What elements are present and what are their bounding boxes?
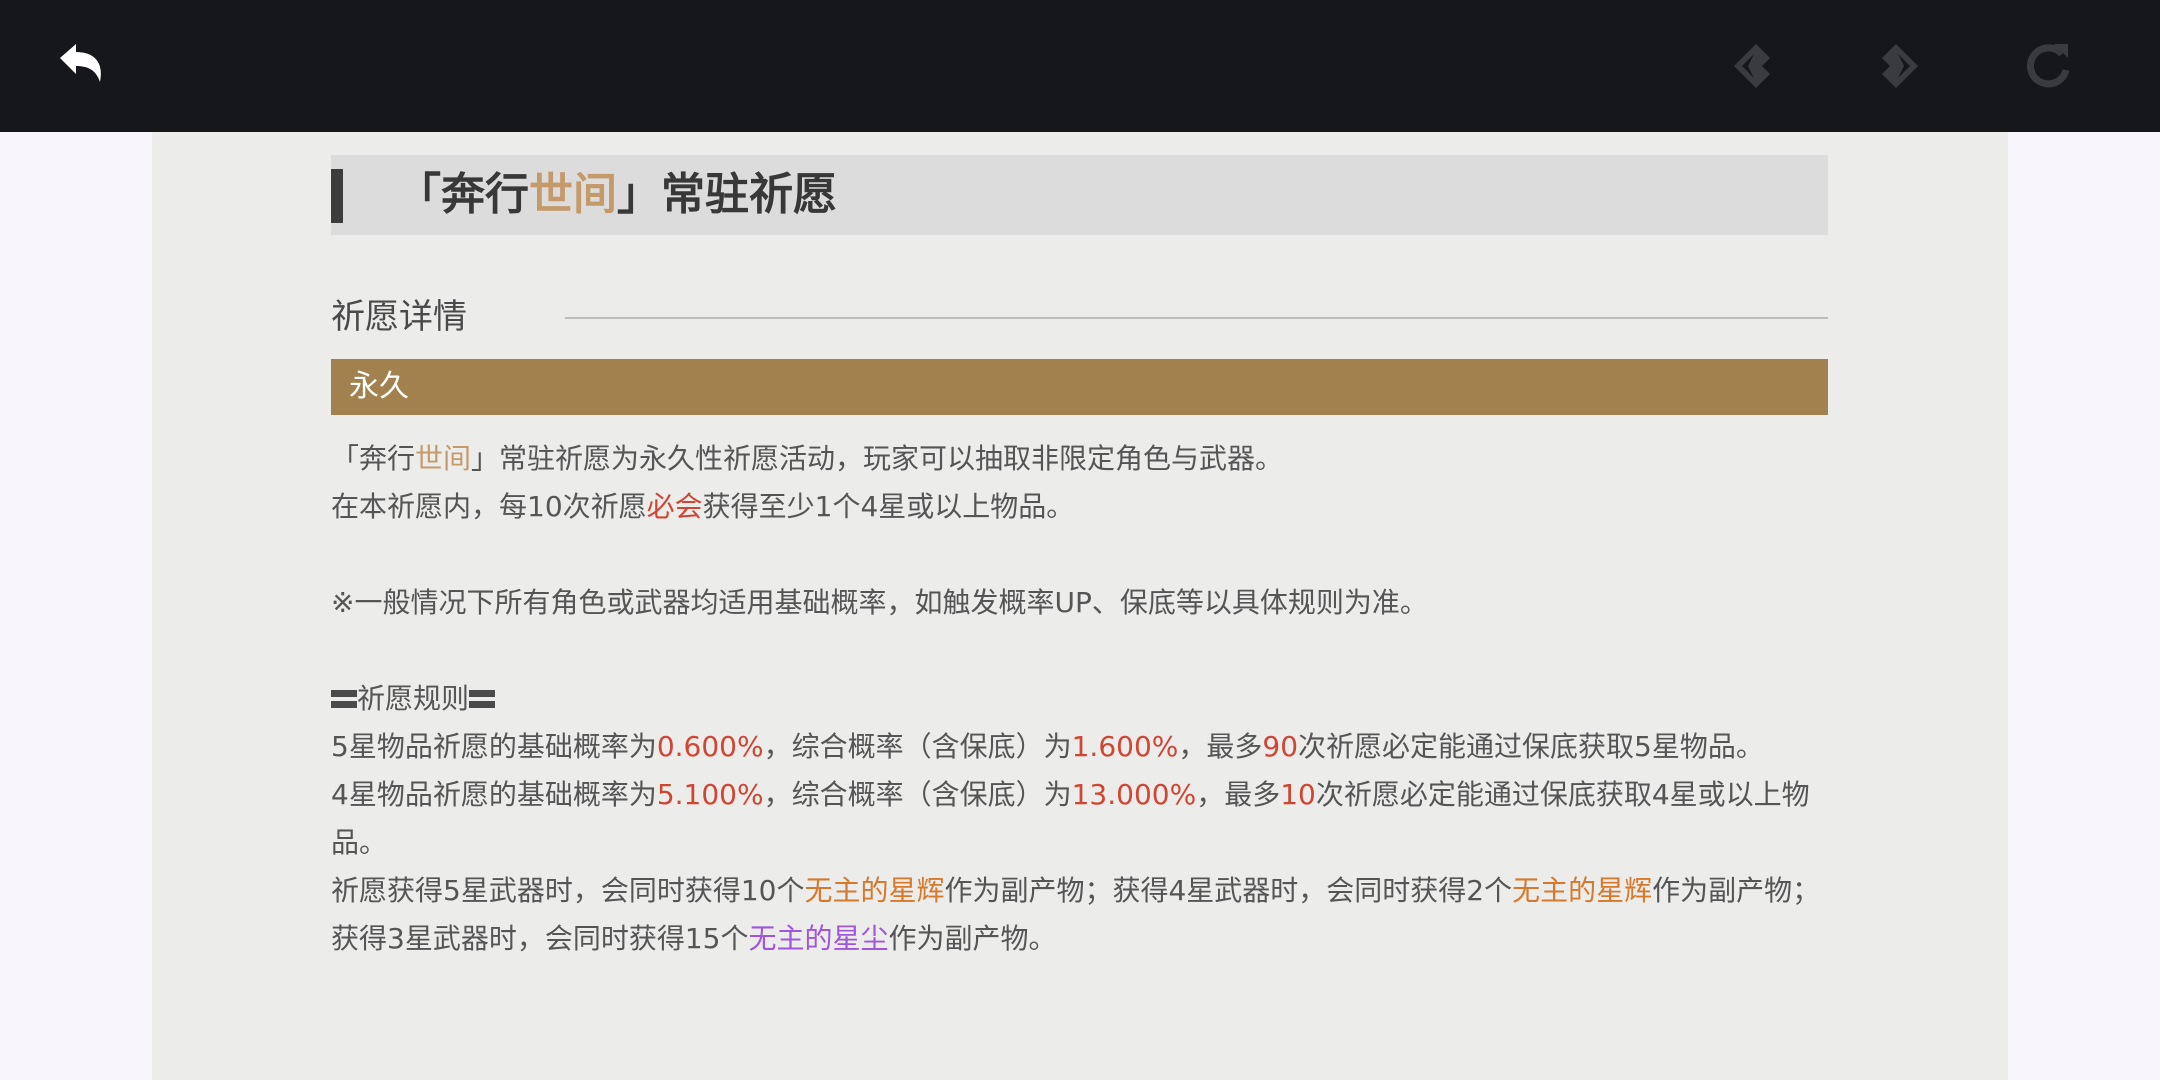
duration-bar: 永久 (331, 359, 1828, 415)
double-bar-icon (331, 688, 357, 710)
text: ，最多 (1178, 730, 1263, 763)
text: 4星物品祈愿的基础概率为 (331, 778, 657, 811)
next-button[interactable] (1870, 36, 1930, 96)
text: 获得至少1个4星或以上物品。 (702, 490, 1075, 523)
description-body: 「奔行世间」常驻祈愿为永久性祈愿活动，玩家可以抽取非限定角色与武器。 在本祈愿内… (331, 435, 1828, 963)
text: 5星物品祈愿的基础概率为 (331, 730, 657, 763)
title-part: 「奔行 (397, 169, 529, 220)
content-page[interactable]: 「奔行世间」常驻祈愿 祈愿详情 永久 「奔行世间」常驻祈愿为永久性祈愿活动，玩家… (152, 132, 2008, 1080)
top-toolbar (0, 0, 2160, 132)
wish-details-content: 「奔行世间」常驻祈愿 祈愿详情 永久 「奔行世间」常驻祈愿为永久性祈愿活动，玩家… (331, 155, 1828, 963)
title-part: 」常驻祈愿 (617, 169, 837, 220)
back-arrow-icon (60, 44, 101, 82)
rate-value: 0.600% (656, 730, 764, 763)
highlight-text: 必会 (646, 490, 703, 523)
rules-title: 祈愿规则 (331, 675, 1828, 723)
section-divider (565, 317, 1828, 319)
description-line: 「奔行世间」常驻祈愿为永久性祈愿活动，玩家可以抽取非限定角色与武器。 (331, 435, 1828, 483)
rules-title-text: 祈愿规则 (357, 682, 470, 715)
page-title: 「奔行世间」常驻祈愿 (397, 155, 837, 235)
text: 「奔行 (331, 442, 416, 475)
pity-count: 10 (1280, 778, 1316, 811)
text: 」常驻祈愿为永久性祈愿活动，玩家可以抽取非限定角色与武器。 (471, 442, 1284, 475)
text: 作为副产物；获得4星武器时，会同时获得2个 (944, 874, 1513, 907)
text: ，综合概率（含保底）为 (763, 778, 1072, 811)
title-highlight: 世间 (529, 169, 617, 220)
rate-value: 13.000% (1071, 778, 1197, 811)
title-accent (331, 169, 343, 223)
item-name: 无主的星尘 (748, 922, 889, 955)
section-label: 祈愿详情 (331, 297, 467, 337)
text: ，综合概率（含保底）为 (763, 730, 1072, 763)
text: 在本祈愿内，每10次祈愿 (331, 490, 647, 523)
section-header: 祈愿详情 (331, 287, 1828, 347)
previous-icon (1734, 44, 1770, 88)
banner-title-bar: 「奔行世间」常驻祈愿 (331, 155, 1828, 235)
rate-value: 1.600% (1071, 730, 1179, 763)
next-icon (1882, 44, 1918, 88)
rate-value: 5.100% (656, 778, 764, 811)
text: 作为副产物。 (888, 922, 1057, 955)
highlight-text: 世间 (415, 442, 472, 475)
rule-byproduct: 祈愿获得5星武器时，会同时获得10个无主的星辉作为副产物；获得4星武器时，会同时… (331, 867, 1828, 963)
double-bar-icon (469, 688, 496, 710)
refresh-button[interactable] (2018, 36, 2078, 96)
item-name: 无主的星辉 (804, 874, 945, 907)
description-line: 在本祈愿内，每10次祈愿必会获得至少1个4星或以上物品。 (331, 483, 1828, 531)
previous-button[interactable] (1722, 36, 1782, 96)
text: 祈愿获得5星武器时，会同时获得10个 (331, 874, 805, 907)
refresh-icon (2027, 44, 2070, 88)
item-name: 无主的星辉 (1512, 874, 1653, 907)
pity-count: 90 (1262, 730, 1299, 763)
text: 次祈愿必定能通过保底获取5星物品。 (1298, 730, 1764, 763)
back-button[interactable] (52, 36, 112, 96)
rule-4-star: 4星物品祈愿的基础概率为5.100%，综合概率（含保底）为13.000%，最多1… (331, 771, 1828, 867)
rule-5-star: 5星物品祈愿的基础概率为0.600%，综合概率（含保底）为1.600%，最多90… (331, 723, 1828, 771)
text: ，最多 (1196, 778, 1281, 811)
note-line: ※一般情况下所有角色或武器均适用基础概率，如触发概率UP、保底等以具体规则为准。 (331, 586, 1428, 619)
